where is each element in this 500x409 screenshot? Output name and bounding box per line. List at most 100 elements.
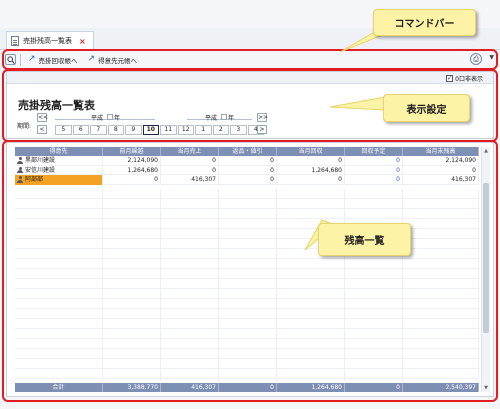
cell-balance: 0 bbox=[403, 165, 479, 175]
cell-collected: 0 bbox=[277, 175, 345, 185]
month-button-selected[interactable]: 10 bbox=[142, 125, 159, 135]
scroll-up-icon[interactable]: ▲ bbox=[483, 148, 489, 154]
callout-settings: 表示設定 bbox=[383, 94, 470, 122]
prev-month-button[interactable]: < bbox=[37, 125, 47, 134]
scrollbar-thumb[interactable] bbox=[483, 183, 489, 333]
command-bar: ↗ 売掛回収帳へ ↗ 得意先元帳へ ⎙ ▼ bbox=[0, 51, 500, 68]
col-header-returns[interactable]: 返品・値引 bbox=[219, 147, 277, 156]
goto-collection-book-button[interactable]: ↗ 売掛回収帳へ bbox=[25, 53, 81, 67]
col-header-customer[interactable]: 得意先 bbox=[15, 147, 103, 156]
month-button[interactable]: 9 bbox=[125, 125, 142, 135]
cell-returns: 0 bbox=[219, 175, 277, 185]
chevron-down-icon[interactable]: ▼ bbox=[489, 54, 494, 61]
cell-prev: 1,264,680 bbox=[103, 165, 161, 175]
goto-customer-ledger-button[interactable]: ↗ 得意先元帳へ bbox=[85, 53, 141, 67]
col-header-collected[interactable]: 当月回収 bbox=[277, 147, 345, 156]
col-header-balance[interactable]: 当月末残高 bbox=[403, 147, 479, 156]
cell-prev: 2,124,090 bbox=[103, 156, 161, 166]
toolbar-separator bbox=[20, 53, 21, 66]
printer-icon[interactable]: ⎙ bbox=[470, 53, 482, 65]
era-label: 平成 bbox=[91, 115, 104, 122]
callout-grid: 残高一覧 bbox=[318, 223, 411, 256]
year-input-right[interactable] bbox=[221, 114, 227, 120]
year-divider-left bbox=[55, 119, 155, 120]
grid-totals-row: 合計 3,388,770 416,307 0 1,264,680 0 2,540… bbox=[15, 383, 479, 392]
cell-customer: 阿部部 bbox=[15, 175, 103, 185]
table-row[interactable]: 黒部川建設 2,124,090 0 0 0 0 2,124,090 bbox=[15, 156, 479, 166]
vertical-scrollbar[interactable]: ▲ ▼ bbox=[481, 147, 490, 392]
search-icon[interactable] bbox=[5, 54, 16, 65]
month-button[interactable]: 3 bbox=[230, 125, 247, 135]
month-button[interactable]: 7 bbox=[90, 125, 107, 135]
hide-zero-checkbox[interactable]: ✓ bbox=[446, 75, 454, 82]
col-header-sales[interactable]: 当月売上 bbox=[161, 147, 219, 156]
cell-customer: 黒部川建設 bbox=[15, 156, 103, 166]
arrow-up-right-icon: ↗ bbox=[28, 54, 36, 64]
settings-strip: ✓ 0口非表示 bbox=[7, 72, 493, 84]
year-divider-right bbox=[187, 119, 252, 120]
month-button[interactable]: 2 bbox=[212, 125, 229, 135]
grid-column-lines bbox=[15, 189, 479, 381]
hide-zero-label: 0口非表示 bbox=[455, 76, 483, 83]
table-row[interactable]: 安信川建設 1,264,680 0 0 1,264,680 0 0 bbox=[15, 165, 479, 175]
col-header-planned[interactable]: 回収予定 bbox=[345, 147, 403, 156]
tab-label: 売掛残高一覧表 bbox=[23, 37, 72, 45]
year-input-left[interactable] bbox=[107, 114, 113, 120]
totals-label: 合計 bbox=[15, 383, 103, 392]
user-icon bbox=[17, 157, 23, 164]
total-sales: 416,307 bbox=[161, 383, 219, 392]
hide-zero-toggle[interactable]: ✓ 0口非表示 bbox=[446, 74, 483, 83]
month-selector: 5 6 7 8 9 10 11 12 1 2 3 4 bbox=[55, 125, 265, 135]
next-month-button[interactable]: > bbox=[257, 125, 267, 134]
next-year-button[interactable]: >> bbox=[257, 113, 268, 122]
month-button[interactable]: 12 bbox=[177, 125, 194, 135]
cell-returns: 0 bbox=[219, 165, 277, 175]
callout-command-bar: コマンドバー bbox=[373, 9, 476, 36]
cell-planned: 0 bbox=[345, 175, 403, 185]
total-balance: 2,540,397 bbox=[403, 383, 479, 392]
col-header-prev[interactable]: 前月繰越 bbox=[103, 147, 161, 156]
era-label: 平成 bbox=[205, 115, 218, 122]
month-button[interactable]: 5 bbox=[55, 125, 72, 135]
goto-customer-ledger-label: 得意先元帳へ bbox=[98, 56, 138, 65]
document-icon bbox=[11, 36, 19, 46]
goto-collection-book-label: 売掛回収帳へ bbox=[38, 56, 78, 65]
year-label-left: 平成 bbox=[91, 113, 103, 122]
user-icon bbox=[17, 166, 23, 174]
year-suffix-right: 年 bbox=[228, 115, 235, 122]
cell-returns: 0 bbox=[219, 156, 277, 166]
cell-planned: 0 bbox=[345, 165, 403, 175]
year-label-right: 平成 bbox=[205, 113, 217, 122]
grid-rows: 黒部川建設 2,124,090 0 0 0 0 2,124,090 安信川建設 … bbox=[15, 156, 479, 185]
total-collected: 1,264,680 bbox=[277, 383, 345, 392]
cell-sales: 0 bbox=[161, 156, 219, 166]
cell-collected: 0 bbox=[277, 156, 345, 166]
close-icon[interactable]: × bbox=[79, 37, 86, 46]
cell-customer: 安信川建設 bbox=[15, 165, 103, 175]
arrow-up-right-icon: ↗ bbox=[87, 54, 96, 64]
month-button[interactable]: 1 bbox=[195, 125, 212, 135]
tab-ar-balance-list[interactable]: 売掛残高一覧表 × bbox=[6, 31, 94, 50]
cell-prev: 0 bbox=[103, 175, 161, 185]
customer-name: 阿部部 bbox=[25, 176, 44, 183]
total-prev: 3,388,770 bbox=[103, 383, 161, 392]
app-window: 売掛残高一覧表 × ↗ 売掛回収帳へ ↗ 得意先元帳へ ⎙ ▼ ✓ 0口非表示 … bbox=[0, 0, 500, 409]
prev-year-button[interactable]: << bbox=[37, 113, 48, 122]
period-label: 期間: bbox=[17, 123, 32, 130]
month-button[interactable]: 6 bbox=[72, 125, 89, 135]
cell-balance: 2,124,090 bbox=[403, 156, 479, 166]
month-button[interactable]: 8 bbox=[107, 125, 124, 135]
month-button[interactable]: 11 bbox=[160, 125, 177, 135]
cell-sales: 0 bbox=[161, 165, 219, 175]
total-planned: 0 bbox=[345, 383, 403, 392]
total-returns: 0 bbox=[219, 383, 277, 392]
customer-name: 安信川建設 bbox=[25, 166, 56, 174]
balance-grid: 得意先 前月繰越 当月売上 返品・値引 当月回収 回収予定 当月末残高 黒部川建… bbox=[6, 142, 494, 397]
grid-header: 得意先 前月繰越 当月売上 返品・値引 当月回収 回収予定 当月末残高 bbox=[15, 147, 479, 156]
cell-planned: 0 bbox=[345, 156, 403, 166]
customer-name: 黒部川建設 bbox=[25, 157, 56, 164]
year-suffix-left: 年 bbox=[114, 115, 121, 122]
scroll-down-icon[interactable]: ▼ bbox=[483, 385, 489, 391]
cell-sales: 416,307 bbox=[161, 175, 219, 185]
table-row-selected[interactable]: 阿部部 0 416,307 0 0 0 416,307 bbox=[15, 175, 479, 185]
